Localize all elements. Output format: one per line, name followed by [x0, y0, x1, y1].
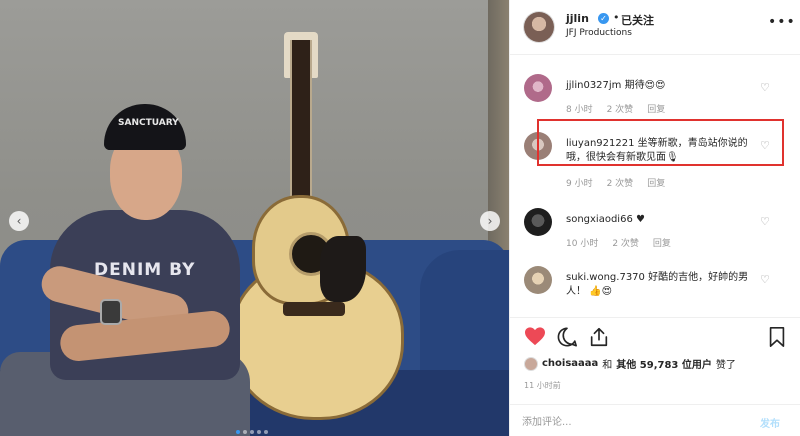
- liker-username[interactable]: choisaaaa: [542, 358, 598, 369]
- carousel-dot: [236, 430, 240, 434]
- photo-guitar-bridge: [283, 302, 345, 316]
- post-photo[interactable]: DENIM BY SANCTUARY ‹ ›: [0, 0, 509, 436]
- author-username[interactable]: jjlin: [566, 12, 589, 25]
- comment-meta: 8 小时 2 次赞 回复: [566, 102, 665, 115]
- carousel-dots: [236, 430, 268, 434]
- comment-text: songxiaodi66 ♥: [566, 213, 766, 227]
- likes-conj: 和: [602, 360, 613, 371]
- comment-reply-button[interactable]: 回复: [647, 102, 665, 115]
- post-header: jjlin ✓ • 已关注 JFJ Productions •••: [510, 0, 800, 55]
- commenter-avatar[interactable]: [524, 208, 552, 236]
- likes-summary: choisaaaa 和 其他 59,783 位用户 赞了: [524, 356, 736, 371]
- comment-meta: 9 小时 2 次赞 回复: [566, 176, 665, 189]
- verified-icon: ✓: [598, 13, 609, 24]
- photo-next-button[interactable]: ›: [480, 211, 500, 231]
- commenter-avatar[interactable]: [524, 266, 552, 294]
- comment-reply-button[interactable]: 回复: [647, 176, 665, 189]
- bookmark-icon[interactable]: [768, 326, 786, 348]
- comment-icon[interactable]: [556, 326, 578, 348]
- post-comment-button[interactable]: 发布: [760, 415, 780, 430]
- share-icon[interactable]: [588, 326, 610, 348]
- likes-count-link[interactable]: 其他 59,783 位用户: [616, 356, 712, 371]
- photo-shirt-print: DENIM BY: [94, 260, 196, 280]
- comment-likes[interactable]: 2 次赞: [607, 102, 634, 115]
- author-avatar[interactable]: [524, 12, 554, 42]
- comment-reply-button[interactable]: 回复: [653, 236, 671, 249]
- comment-box: 发布: [510, 404, 800, 436]
- comment-like-icon[interactable]: ♡: [760, 215, 770, 228]
- photo-guitar-neck: [290, 40, 312, 210]
- commenter-avatar[interactable]: [524, 132, 552, 160]
- post-time[interactable]: 11 小时前: [524, 380, 561, 391]
- comment-like-icon[interactable]: ♡: [760, 81, 770, 94]
- follow-status-button[interactable]: 已关注: [621, 12, 654, 28]
- instagram-post: DENIM BY SANCTUARY ‹ › jjlin ✓ • 已关注 JFJ…: [0, 0, 800, 436]
- comment-meta: 10 小时 2 次赞 回复: [566, 236, 671, 249]
- post-side-panel: jjlin ✓ • 已关注 JFJ Productions ••• jjlin0…: [509, 0, 800, 436]
- liker-avatar[interactable]: [524, 356, 538, 371]
- likes-suffix: 赞了: [715, 360, 736, 371]
- comment-like-icon[interactable]: ♡: [760, 273, 770, 286]
- comment-likes[interactable]: 2 次赞: [607, 176, 634, 189]
- comment-username[interactable]: liuyan921221: [566, 138, 634, 149]
- photo-watch: [100, 299, 122, 325]
- carousel-dot: [243, 430, 247, 434]
- comment-list: jjlin0327jm 期待😍😍 ♡ 8 小时 2 次赞 回复 liuyan92…: [510, 56, 800, 314]
- photo-guitar-pickguard: [320, 236, 366, 302]
- carousel-dot: [257, 430, 261, 434]
- comment-username[interactable]: songxiaodi66: [566, 214, 633, 225]
- comment-like-icon[interactable]: ♡: [760, 139, 770, 152]
- post-actions: [510, 317, 800, 357]
- comment-body: ♥: [636, 214, 645, 225]
- carousel-dot: [264, 430, 268, 434]
- comment-text: jjlin0327jm 期待😍😍: [566, 79, 766, 93]
- comment-username[interactable]: suki.wong.7370: [566, 272, 645, 283]
- commenter-avatar[interactable]: [524, 74, 552, 102]
- comment-text: suki.wong.7370 好酷的吉他，好帥的男人！ 👍😍: [566, 271, 766, 299]
- heart-icon[interactable]: [524, 326, 546, 346]
- comment-time[interactable]: 8 小时: [566, 102, 593, 115]
- header-separator: •: [613, 11, 620, 24]
- author-subtitle[interactable]: JFJ Productions: [566, 28, 632, 38]
- comment-body: 期待😍😍: [624, 80, 666, 91]
- photo-cap-print: SANCTUARY: [118, 118, 179, 128]
- photo-prev-button[interactable]: ‹: [9, 211, 29, 231]
- comment-likes[interactable]: 2 次赞: [612, 236, 639, 249]
- comment-time[interactable]: 9 小时: [566, 176, 593, 189]
- comment-time[interactable]: 10 小时: [566, 236, 598, 249]
- carousel-dot: [250, 430, 254, 434]
- comment-input[interactable]: [522, 413, 742, 431]
- more-icon[interactable]: •••: [768, 14, 796, 30]
- comment-username[interactable]: jjlin0327jm: [566, 80, 621, 91]
- comment-text: liuyan921221 坐等新歌，青岛站你说的哦，很快会有新歌见面🎙: [566, 137, 766, 165]
